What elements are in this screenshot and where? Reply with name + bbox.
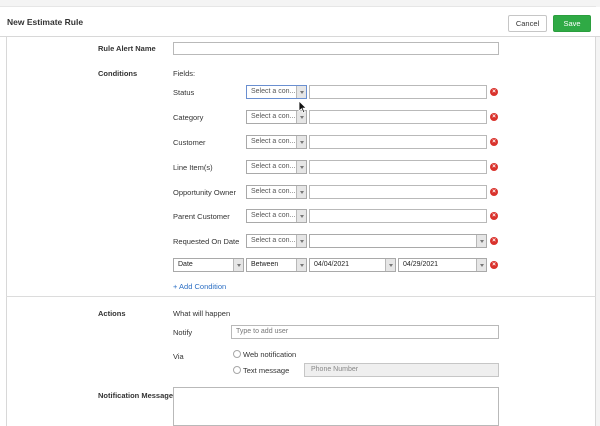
condition-operator-select[interactable]: Select a con...	[246, 234, 307, 248]
condition-value-input[interactable]	[309, 185, 487, 199]
remove-condition-icon[interactable]: ×	[490, 212, 498, 220]
condition-field-label: Category	[173, 113, 204, 122]
condition-operator-placeholder: Select a con...	[251, 113, 296, 120]
chevron-down-icon	[385, 259, 395, 271]
condition-operator-placeholder: Select a con...	[251, 138, 296, 145]
chevron-down-icon	[296, 136, 306, 148]
what-will-happen-label: What will happen	[173, 309, 231, 318]
text-message-radio[interactable]	[233, 366, 241, 374]
add-condition-link[interactable]: + Add Condition	[173, 282, 226, 291]
save-button[interactable]: Save	[553, 15, 591, 32]
notify-label: Notify	[173, 328, 193, 337]
condition-value-input[interactable]	[309, 85, 487, 99]
chevron-down-icon	[296, 186, 306, 198]
condition-operator-placeholder: Select a con...	[251, 237, 296, 244]
rule-alert-name-label: Rule Alert Name	[98, 44, 156, 53]
condition-field-label: Requested On Date	[173, 237, 240, 246]
remove-condition-icon[interactable]: ×	[490, 237, 498, 245]
right-scroll-strip	[596, 0, 600, 426]
remove-condition-icon[interactable]: ×	[490, 113, 498, 121]
condition-operator-placeholder: Select a con...	[251, 88, 296, 95]
chevron-down-icon	[476, 259, 486, 271]
condition-operator-placeholder: Select a con...	[251, 212, 296, 219]
remove-condition-icon[interactable]: ×	[490, 88, 498, 96]
condition-field-select[interactable]: Date	[173, 258, 244, 272]
condition-operator-select[interactable]: Select a con...	[246, 209, 307, 223]
condition-field-label: Line Item(s)	[173, 163, 213, 172]
condition-operator-value: Between	[251, 261, 279, 268]
mouse-cursor-icon	[298, 100, 308, 114]
chevron-down-icon	[296, 161, 306, 173]
condition-operator-select[interactable]: Between	[246, 258, 307, 272]
chevron-down-icon	[296, 259, 306, 271]
remove-condition-icon[interactable]: ×	[490, 188, 498, 196]
condition-value-select[interactable]	[309, 234, 487, 248]
date-from-select[interactable]: 04/04/2021	[309, 258, 396, 272]
top-strip	[0, 0, 600, 7]
chevron-down-icon	[296, 235, 306, 247]
phone-number-input[interactable]: Phone Number	[304, 363, 499, 377]
condition-value-input[interactable]	[309, 135, 487, 149]
condition-value-input[interactable]	[309, 110, 487, 124]
condition-value-input[interactable]	[309, 209, 487, 223]
condition-field-label: Customer	[173, 138, 206, 147]
text-message-label: Text message	[243, 366, 290, 375]
cancel-button[interactable]: Cancel	[508, 15, 547, 32]
condition-value-input[interactable]	[309, 160, 487, 174]
condition-operator-select[interactable]: Select a con...	[246, 160, 307, 174]
condition-operator-placeholder: Select a con...	[251, 163, 296, 170]
rule-alert-name-input[interactable]	[173, 42, 499, 55]
remove-condition-icon[interactable]: ×	[490, 163, 498, 171]
date-to-value: 04/29/2021	[403, 261, 439, 268]
section-divider	[6, 296, 596, 297]
remove-condition-icon[interactable]: ×	[490, 138, 498, 146]
condition-field-label: Status	[173, 88, 195, 97]
conditions-label: Conditions	[98, 69, 138, 78]
page-title: New Estimate Rule	[7, 17, 84, 27]
condition-operator-select[interactable]: Select a con...	[246, 135, 307, 149]
fields-label: Fields:	[173, 69, 196, 78]
condition-operator-placeholder: Select a con...	[251, 188, 296, 195]
web-notification-label: Web notification	[243, 350, 297, 359]
notification-message-label: Notification Message	[98, 391, 174, 400]
condition-operator-select[interactable]: Select a con...	[246, 85, 307, 99]
chevron-down-icon	[296, 210, 306, 222]
web-notification-radio[interactable]	[233, 350, 241, 358]
actions-label: Actions	[98, 309, 126, 318]
chevron-down-icon	[296, 86, 306, 98]
date-to-select[interactable]: 04/29/2021	[398, 258, 487, 272]
notify-user-input[interactable]: Type to add user	[231, 325, 499, 339]
chevron-down-icon	[233, 259, 243, 271]
via-label: Via	[173, 352, 184, 361]
condition-field-label: Opportunity Owner	[173, 188, 236, 197]
condition-field-value: Date	[178, 261, 193, 268]
condition-operator-select[interactable]: Select a con...	[246, 185, 307, 199]
date-from-value: 04/04/2021	[314, 261, 350, 268]
condition-field-label: Parent Customer	[173, 212, 230, 221]
notification-message-textarea[interactable]	[173, 387, 499, 426]
remove-condition-icon[interactable]: ×	[490, 261, 498, 269]
chevron-down-icon	[476, 235, 486, 247]
